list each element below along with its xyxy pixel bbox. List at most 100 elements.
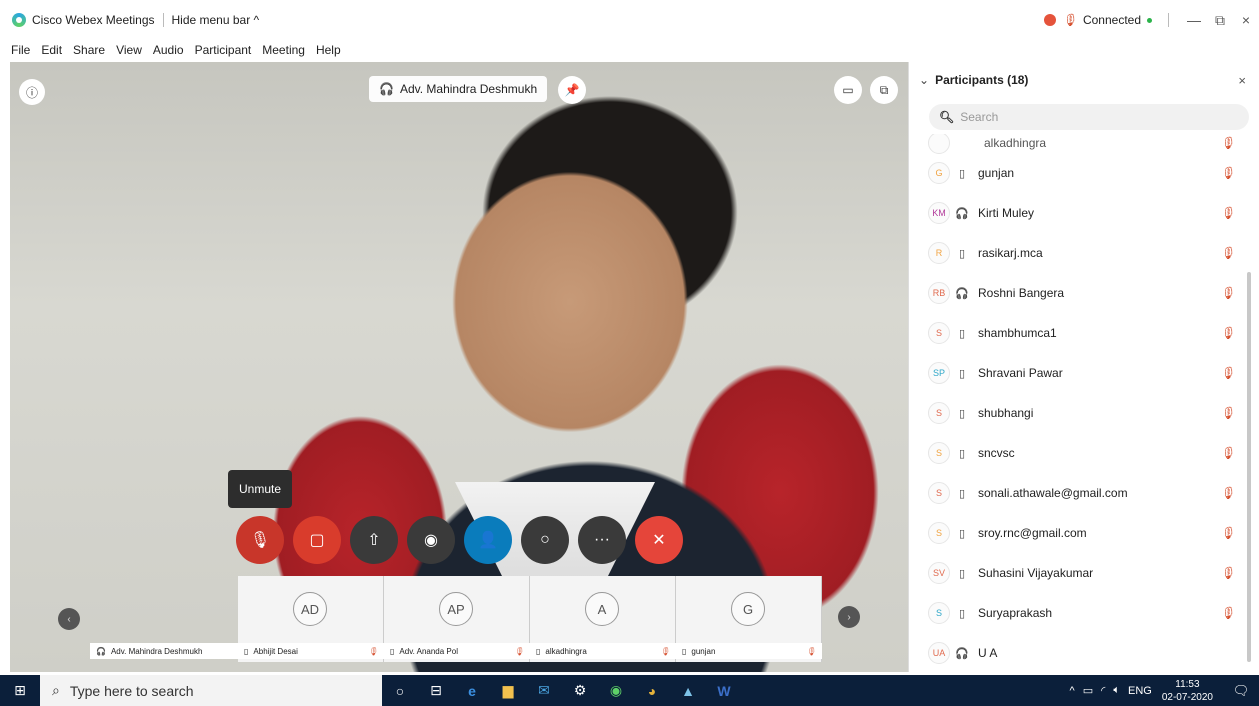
search-placeholder: Search: [960, 110, 999, 124]
mute-button[interactable]: 🎙: [236, 516, 284, 564]
webex-logo-icon: [12, 13, 26, 27]
minimize-button[interactable]: —: [1181, 12, 1207, 28]
task-view-icon[interactable]: ⊟: [418, 675, 454, 706]
thumbnail-avatar: G: [731, 592, 765, 626]
menu-item-audio[interactable]: Audio: [153, 43, 184, 57]
chat-button[interactable]: ○: [521, 516, 569, 564]
participant-row[interactable]: KM 🎧 Kirti Muley 🎙: [909, 198, 1249, 228]
participant-name: sncvsc: [978, 446, 1015, 460]
photos-icon[interactable]: ▲: [670, 675, 706, 706]
file-explorer-icon[interactable]: ▆: [490, 675, 526, 706]
taskbar-search[interactable]: ⌕ Type here to search: [40, 675, 382, 706]
show-hidden-icons-icon[interactable]: ^: [1070, 685, 1075, 697]
participant-name: Suhasini Vijayakumar: [978, 566, 1094, 580]
video-button[interactable]: ▢: [293, 516, 341, 564]
participant-row-partial[interactable]: alkadhingra 🎙: [909, 134, 1249, 158]
phone-icon: ▯: [958, 527, 966, 540]
phone-icon: ▯: [958, 487, 966, 500]
leave-button[interactable]: ✕: [635, 516, 683, 564]
unmute-tooltip: Unmute: [228, 470, 292, 508]
close-panel-button[interactable]: ×: [1238, 73, 1246, 88]
participant-name: Shravani Pawar: [978, 366, 1063, 380]
menu-item-file[interactable]: File: [11, 43, 30, 57]
settings-gear-icon[interactable]: ⚙: [562, 675, 598, 706]
strip-label-name: Abhijit Desai: [253, 646, 298, 656]
webex-taskbar-icon[interactable]: ◉: [598, 675, 634, 706]
network-icon[interactable]: ▭: [1083, 684, 1093, 697]
participant-row[interactable]: UA 🎧 U A: [909, 638, 1249, 668]
restore-button[interactable]: ⧉: [1207, 12, 1233, 29]
pin-icon[interactable]: 📌: [558, 76, 586, 104]
menu-item-meeting[interactable]: Meeting: [262, 43, 305, 57]
menu-item-participant[interactable]: Participant: [195, 43, 252, 57]
mail-icon[interactable]: ✉: [526, 675, 562, 706]
mic-muted-icon: 🎙: [1219, 566, 1235, 580]
participant-search[interactable]: 🔍︎ Search: [929, 104, 1249, 130]
notifications-icon[interactable]: 🗨︎: [1223, 683, 1259, 699]
participant-name: Kirti Muley: [978, 206, 1035, 220]
thumbnail-labels: 🎧 Adv. Mahindra Deshmukh ▯ Abhijit Desai 🎙 ▯ A…: [90, 643, 822, 659]
participant-row[interactable]: SP ▯ Shravani Pawar 🎙: [909, 358, 1249, 388]
volume-icon[interactable]: 🔈︎: [1113, 684, 1120, 697]
participant-name: Suryaprakash: [978, 606, 1053, 620]
hide-menu-bar-button[interactable]: Hide menu bar ^: [172, 13, 260, 27]
share-button[interactable]: ⇧: [350, 516, 398, 564]
mic-muted-icon: 🎙: [1219, 526, 1235, 540]
recording-icon: [1043, 14, 1056, 26]
participant-avatar: S: [928, 482, 950, 504]
menu-item-edit[interactable]: Edit: [41, 43, 62, 57]
participant-avatar: SP: [928, 362, 950, 384]
cortana-icon[interactable]: ○: [382, 675, 418, 706]
participant-avatar: SV: [928, 562, 950, 584]
participant-scrollbar[interactable]: [1247, 272, 1251, 662]
participant-row[interactable]: S ▯ Suryaprakash 🎙: [909, 598, 1249, 628]
participant-row[interactable]: S ▯ sroy.rnc@gmail.com 🎙: [909, 518, 1249, 548]
wifi-icon[interactable]: ◜: [1101, 684, 1105, 697]
participant-row[interactable]: RB 🎧 Roshni Bangera 🎙: [909, 278, 1249, 308]
menu-item-view[interactable]: View: [116, 43, 142, 57]
participants-header[interactable]: ⌄ Participants (18) ×: [909, 62, 1259, 98]
mic-muted-icon: 🎙: [805, 646, 816, 656]
mic-muted-icon: 🎙: [1219, 606, 1235, 620]
headset-icon: 🎧: [955, 647, 969, 660]
phone-icon: ▯: [682, 646, 687, 656]
popout-button[interactable]: ⧉: [870, 76, 898, 104]
edge-icon[interactable]: e: [454, 675, 490, 706]
participants-button[interactable]: 👤: [464, 516, 512, 564]
participant-avatar: KM: [928, 202, 950, 224]
participant-name: shambhumca1: [978, 326, 1057, 340]
participant-name: sonali.athawale@gmail.com: [978, 486, 1128, 500]
phone-icon: ▯: [390, 646, 395, 656]
more-button[interactable]: ···: [578, 516, 626, 564]
chat-icon: ○: [540, 531, 550, 548]
speaker-name: Adv. Mahindra Deshmukh: [399, 82, 538, 96]
participant-row[interactable]: G ▯ gunjan 🎙: [909, 158, 1249, 188]
word-icon[interactable]: W: [706, 675, 742, 706]
participant-row[interactable]: S ▯ shubhangi 🎙: [909, 398, 1249, 428]
chevron-down-icon: ⌄: [919, 73, 930, 87]
clock[interactable]: 11:53 02-07-2020: [1162, 678, 1213, 704]
participant-row[interactable]: S ▯ sonali.athawale@gmail.com 🎙: [909, 478, 1249, 508]
participant-avatar: G: [928, 162, 950, 184]
layout-button[interactable]: ▭: [834, 76, 862, 104]
record-button[interactable]: ◉: [407, 516, 455, 564]
title-separator: [162, 13, 164, 27]
menu-bar: File Edit Share View Audio Participant Meeting…: [0, 40, 341, 60]
participant-row[interactable]: S ▯ sncvsc 🎙: [909, 438, 1249, 468]
strip-label: ▯ Abhijit Desai 🎙: [238, 643, 384, 659]
meeting-info-button[interactable]: ⓘ: [19, 79, 45, 105]
chrome-icon[interactable]: ◕: [634, 675, 670, 706]
thumb-prev-button[interactable]: ‹: [58, 608, 80, 630]
participants-title: Participants (18): [935, 73, 1029, 87]
close-window-button[interactable]: ×: [1233, 12, 1259, 28]
participant-avatar: S: [928, 442, 950, 464]
participant-row[interactable]: R ▯ rasikarj.mca 🎙: [909, 238, 1249, 268]
thumb-next-button[interactable]: ›: [838, 606, 860, 628]
language-indicator[interactable]: ENG: [1128, 685, 1152, 697]
participant-row[interactable]: SV ▯ Suhasini Vijayakumar 🎙: [909, 558, 1249, 588]
menu-item-share[interactable]: Share: [73, 43, 105, 57]
windows-start-icon[interactable]: ⊞: [0, 675, 40, 706]
participant-row[interactable]: S ▯ shambhumca1 🎙: [909, 318, 1249, 348]
app-title: Cisco Webex Meetings: [32, 13, 155, 27]
menu-item-help[interactable]: Help: [316, 43, 341, 57]
